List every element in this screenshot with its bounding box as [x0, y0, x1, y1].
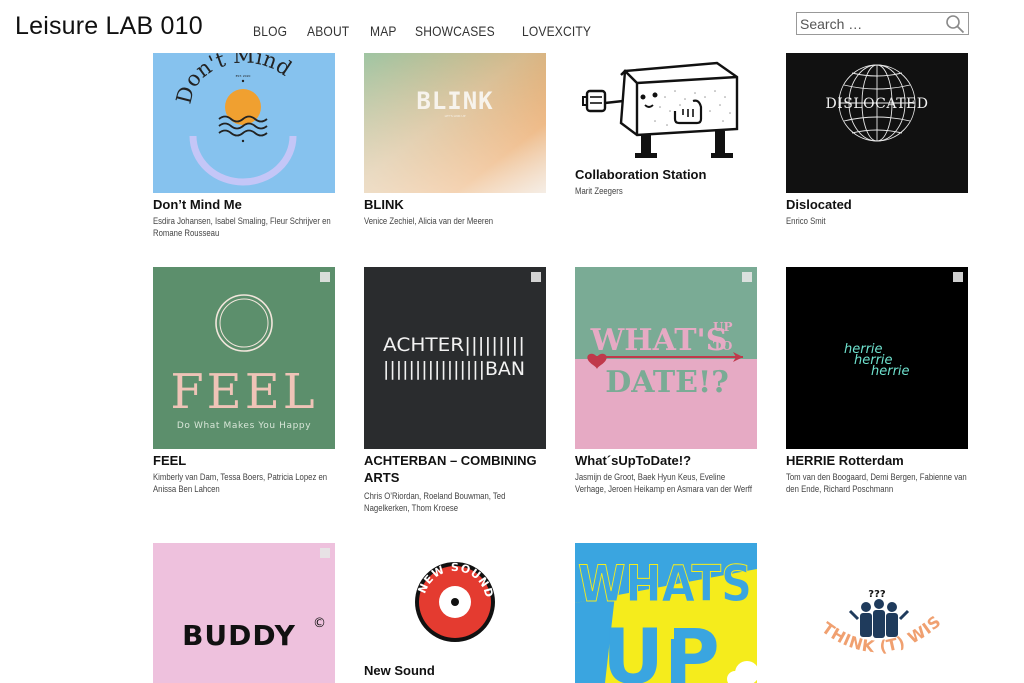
- showcase-title[interactable]: Dislocated: [786, 196, 968, 213]
- showcase-title[interactable]: New Sound: [364, 662, 546, 679]
- showcase-thumbnail[interactable]: BLINK LET'S LINK UP: [364, 53, 546, 193]
- svg-text:||||||||||||||||BAN: ||||||||||||||||BAN: [383, 358, 525, 380]
- svg-text:UP: UP: [713, 320, 733, 334]
- showcase-authors: Chris O’Riordan, Roeland Bouwman, Ted Na…: [364, 491, 506, 513]
- svg-text:DISLOCATED: DISLOCATED: [826, 96, 929, 112]
- svg-text:FEEL: FEEL: [170, 364, 317, 420]
- showcase-title[interactable]: BLINK: [364, 196, 546, 213]
- showcase-thumbnail[interactable]: FEEL Do What Makes You Happy: [153, 267, 335, 449]
- showcase-authors: Kimberly van Dam, Tessa Boers, Patricia …: [153, 472, 328, 494]
- selection-checkbox[interactable]: [320, 548, 330, 558]
- svg-text:WHATS: WHATS: [578, 555, 752, 613]
- showcase-thumbnail[interactable]: BUDDY ©: [153, 543, 335, 683]
- feel-artwork: FEEL Do What Makes You Happy: [153, 267, 335, 449]
- showcase-title[interactable]: Collaboration Station: [575, 166, 757, 183]
- think-t-wise-artwork: ??? THINK (T) WISE: [786, 543, 968, 683]
- svg-text:???: ???: [868, 589, 886, 600]
- svg-text:herrie: herrie: [871, 364, 910, 379]
- blink-artwork: BLINK LET'S LINK UP: [364, 53, 546, 193]
- showcase-thumbnail[interactable]: NEW SOUND: [364, 543, 546, 658]
- svg-text:ACHTER|||||||||: ACHTER|||||||||: [383, 334, 525, 356]
- svg-text:UP: UP: [602, 612, 719, 683]
- showcase-authors: Esdira Johansen, Isabel Smaling, Fleur S…: [153, 216, 331, 238]
- achterban-artwork: ACHTER||||||||| ||||||||||||||||BAN: [364, 267, 546, 449]
- site-title[interactable]: Leisure LAB 010: [15, 12, 203, 41]
- selection-checkbox[interactable]: [531, 272, 541, 282]
- whats-up-to-date-artwork: WHAT'S UP TO DATE!?: [575, 267, 757, 449]
- herrie-artwork: herrie herrie herrie: [786, 267, 968, 449]
- selection-checkbox[interactable]: [320, 272, 330, 282]
- svg-text:©: ©: [313, 616, 326, 631]
- dislocated-artwork: DISLOCATED: [786, 53, 968, 193]
- showcase-authors: Tom van den Boogaard, Demi Bergen, Fabie…: [786, 472, 967, 494]
- showcase-title[interactable]: What´sUpToDate!?: [575, 452, 757, 469]
- showcase-title[interactable]: HERRIE Rotterdam: [786, 452, 968, 469]
- showcase-thumbnail[interactable]: [575, 53, 757, 163]
- svg-text:LET'S LINK UP: LET'S LINK UP: [445, 114, 466, 118]
- showcase-thumbnail[interactable]: ACHTER||||||||| ||||||||||||||||BAN: [364, 267, 546, 449]
- search-input[interactable]: [797, 15, 942, 32]
- whats-up-artwork: WHATS UP: [575, 543, 757, 683]
- search-box: [796, 12, 969, 35]
- svg-text:BUDDY: BUDDY: [182, 619, 296, 652]
- new-sound-record-icon: NEW SOUND: [364, 543, 546, 658]
- selection-checkbox[interactable]: [742, 272, 752, 282]
- showcase-authors: Marit Zeegers: [575, 186, 623, 196]
- nav-lovexcity[interactable]: LOVEXCITY: [522, 23, 591, 39]
- showcase-thumbnail[interactable]: Don't Mind Me EST. 2020: [153, 53, 335, 193]
- showcase-title[interactable]: Don’t Mind Me: [153, 196, 335, 213]
- showcase-title[interactable]: FEEL: [153, 452, 335, 469]
- svg-text:TO: TO: [713, 339, 732, 353]
- showcase-thumbnail[interactable]: WHAT'S UP TO DATE!?: [575, 267, 757, 449]
- showcase-title[interactable]: ACHTERBAN – COMBINING ARTS: [364, 452, 546, 486]
- svg-text:BLINK: BLINK: [416, 87, 493, 115]
- svg-text:DATE!?: DATE!?: [605, 365, 729, 400]
- buddy-artwork: BUDDY ©: [153, 543, 335, 683]
- box-character-icon: [575, 53, 757, 163]
- showcase-thumbnail[interactable]: DISLOCATED: [786, 53, 968, 193]
- nav-blog[interactable]: BLOG: [253, 23, 287, 39]
- showcase-authors: Jasmijn de Groot, Baek Hyun Keus, Evelin…: [575, 472, 752, 494]
- showcase-thumbnail[interactable]: ??? THINK (T) WISE: [786, 543, 968, 683]
- svg-text:EST. 2020: EST. 2020: [236, 74, 251, 78]
- nav-map[interactable]: MAP: [370, 23, 397, 39]
- showcase-thumbnail[interactable]: herrie herrie herrie: [786, 267, 968, 449]
- dont-mind-me-artwork: Don't Mind Me EST. 2020: [153, 53, 335, 193]
- nav-showcases[interactable]: SHOWCASES: [415, 23, 495, 39]
- showcase-authors: Enrico Smit: [786, 216, 826, 226]
- showcase-authors: Venice Zechiel, Alicia van der Meeren: [364, 216, 494, 226]
- svg-text:Do What Makes You Happy: Do What Makes You Happy: [177, 421, 311, 431]
- selection-checkbox[interactable]: [953, 272, 963, 282]
- main-nav: BLOG ABOUT MAP SHOWCASES LOVEXCITY: [253, 23, 624, 39]
- nav-about[interactable]: ABOUT: [307, 23, 349, 39]
- showcase-thumbnail[interactable]: WHATS UP: [575, 543, 757, 683]
- search-icon[interactable]: [945, 14, 965, 34]
- svg-text:WHAT'S: WHAT'S: [590, 323, 728, 358]
